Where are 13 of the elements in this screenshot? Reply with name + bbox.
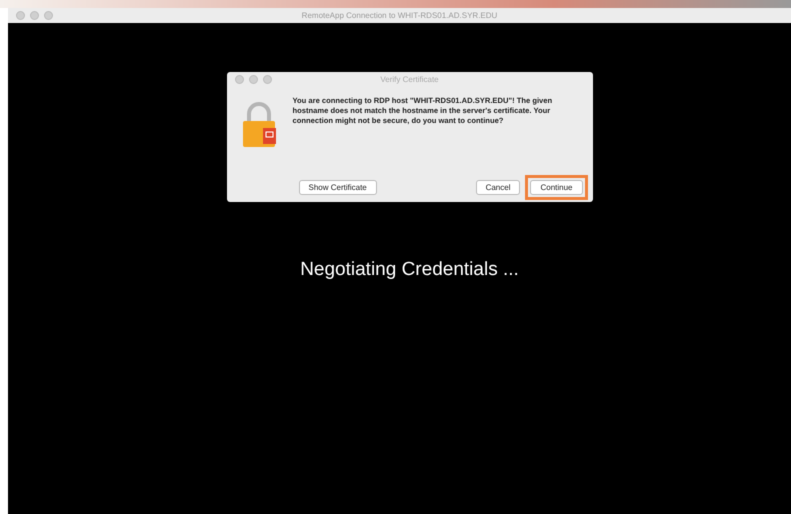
padlock-icon — [240, 102, 276, 148]
zoom-button[interactable] — [262, 74, 272, 84]
show-certificate-button[interactable]: Show Certificate — [298, 180, 377, 195]
close-button[interactable] — [234, 74, 244, 84]
window-title: RemoteApp Connection to WHIT-RDS01.AD.SYR.EDU — [302, 11, 498, 20]
cancel-button[interactable]: Cancel — [476, 180, 520, 195]
close-button[interactable] — [16, 11, 25, 20]
dialog-title: Verify Certificate — [380, 74, 439, 84]
status-message: Negotiating Credentials ... — [300, 259, 519, 281]
zoom-button[interactable] — [44, 11, 53, 20]
continue-button[interactable]: Continue — [530, 180, 582, 195]
minimize-button[interactable] — [30, 11, 39, 20]
minimize-button[interactable] — [248, 74, 258, 84]
